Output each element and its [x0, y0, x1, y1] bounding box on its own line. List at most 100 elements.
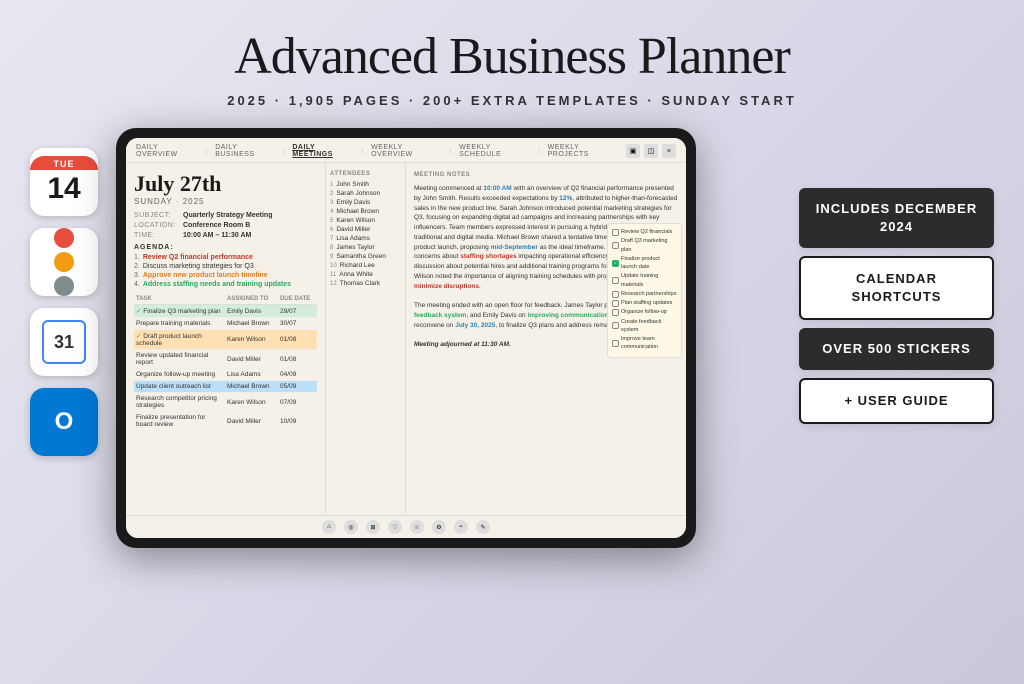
- attendee-row: 4Michael Brown: [330, 208, 401, 215]
- task-person: Lisa Adams: [225, 369, 278, 381]
- checkbox[interactable]: [612, 309, 619, 316]
- attendee-name: Thomas Clark: [340, 280, 380, 287]
- nav-weekly-projects[interactable]: WEEKLY PROJECTS: [548, 144, 618, 158]
- time-value: 10:00 AM – 11:30 AM: [183, 232, 251, 239]
- bottom-icon-7[interactable]: ≡: [454, 520, 468, 534]
- checkbox[interactable]: [612, 242, 619, 249]
- agenda-item-3: 3.Approve new product launch timeline: [134, 272, 317, 279]
- badge-stickers: OVER 500 STICKERS: [799, 328, 994, 370]
- table-row: ✓ Finalize Q3 marketing plan Emily Davis…: [134, 305, 317, 318]
- badge-calendar-text: CALENDAR SHORTCUTS: [852, 271, 942, 304]
- checklist-overlay: Review Q2 financialsDraft Q3 marketing p…: [607, 223, 682, 358]
- agenda-item-4: 4.Address staffing needs and training up…: [134, 281, 317, 288]
- table-row: Prepare training materials Michael Brown…: [134, 318, 317, 330]
- badge-guide: + USER GUIDE: [799, 378, 994, 424]
- meeting-date: July 27th: [134, 171, 317, 197]
- tablet-device: DAILY OVERVIEW | DAILY BUSINESS | DAILY …: [116, 128, 696, 548]
- task-name: ✓ Draft product launch schedule: [134, 330, 225, 350]
- checklist-item: Review Q2 financials: [612, 228, 677, 236]
- nav-btn-3[interactable]: ≡: [662, 144, 676, 158]
- badge-stickers-text: OVER 500 STICKERS: [822, 341, 971, 356]
- subtitle: 2025 · 1,905 PAGES · 200+ EXTRA TEMPLATE…: [0, 93, 1024, 108]
- checkbox[interactable]: ✓: [612, 260, 619, 267]
- task-person: Michael Brown: [225, 318, 278, 330]
- bottom-icon-1[interactable]: ⌂: [322, 520, 336, 534]
- bottom-icon-2[interactable]: ◎: [344, 520, 358, 534]
- bottom-icon-3[interactable]: ⊞: [366, 520, 380, 534]
- task-due: 10/09: [278, 412, 317, 431]
- tablet-content: July 27th SUNDAY · 2025 SUBJECT: Quarter…: [126, 163, 686, 515]
- task-person: Emily Davis: [225, 305, 278, 318]
- task-person: David Miller: [225, 350, 278, 369]
- nav-daily-overview[interactable]: DAILY OVERVIEW: [136, 144, 198, 158]
- table-row: Update client outreach list Michael Brow…: [134, 381, 317, 393]
- checklist-item: Draft Q3 marketing plan: [612, 237, 677, 254]
- check-label: Research partnerships: [621, 290, 676, 298]
- table-row: Finalize presentation for board review D…: [134, 412, 317, 431]
- task-person: Karen Wilson: [225, 393, 278, 412]
- nav-weekly-overview[interactable]: WEEKLY OVERVIEW: [371, 144, 442, 158]
- agenda-label: AGENDA:: [134, 244, 317, 251]
- col-due: DUE DATE: [278, 294, 317, 305]
- checklist-item: Research partnerships: [612, 290, 677, 298]
- tablet-screen: DAILY OVERVIEW | DAILY BUSINESS | DAILY …: [126, 138, 686, 538]
- attendees-panel: ATTENDEES 1John Smith2Sarah Johnson3Emil…: [326, 163, 406, 515]
- task-due: 07/09: [278, 393, 317, 412]
- checkbox[interactable]: [612, 229, 619, 236]
- subject-label: SUBJECT:: [134, 212, 179, 219]
- col-task: TASK: [134, 294, 225, 305]
- checkbox[interactable]: [612, 300, 619, 307]
- bottom-icon-5[interactable]: ☆: [410, 520, 424, 534]
- checklist-item: Organize follow-up: [612, 308, 677, 316]
- main-title: Advanced Business Planner: [0, 28, 1024, 85]
- checkbox[interactable]: [612, 322, 619, 329]
- gcal-icon[interactable]: 31: [30, 308, 98, 376]
- nav-daily-meetings[interactable]: DAILY MEETINGS: [292, 144, 353, 158]
- task-name: Review updated financial report: [134, 350, 225, 369]
- bottom-icon-4[interactable]: ♡: [388, 520, 402, 534]
- attendee-row: 9Samantha Green: [330, 253, 401, 260]
- reminders-icon[interactable]: [30, 228, 98, 296]
- checklist-item: Create feedback system: [612, 318, 677, 335]
- nav-btn-1[interactable]: ▣: [626, 144, 640, 158]
- left-icons: TUE 14 31 O: [30, 128, 98, 456]
- attendee-row: 5Karen Wilson: [330, 217, 401, 224]
- attendee-name: Lisa Adams: [336, 235, 370, 242]
- attendee-name: John Smith: [336, 181, 369, 188]
- calendar-date: 14: [47, 170, 80, 208]
- check-label: Organize follow-up: [621, 308, 667, 316]
- nav-daily-business[interactable]: DAILY BUSINESS: [215, 144, 275, 158]
- right-badges: INCLUDES DECEMBER 2024 CALENDAR SHORTCUT…: [799, 128, 994, 424]
- checkbox[interactable]: [612, 277, 619, 284]
- attendee-row: 2Sarah Johnson: [330, 190, 401, 197]
- left-panel: July 27th SUNDAY · 2025 SUBJECT: Quarter…: [126, 163, 326, 515]
- attendee-name: Richard Lee: [340, 262, 375, 269]
- outlook-label: O: [55, 408, 74, 436]
- task-due: 04/09: [278, 369, 317, 381]
- checkbox[interactable]: [612, 291, 619, 298]
- bottom-icon-8[interactable]: ✎: [476, 520, 490, 534]
- badge-calendar: CALENDAR SHORTCUTS: [799, 256, 994, 320]
- checklist-item: ✓Finalize product launch date: [612, 255, 677, 272]
- calendar-icon[interactable]: TUE 14: [30, 148, 98, 216]
- task-person: Karen Wilson: [225, 330, 278, 350]
- location-label: LOCATION:: [134, 222, 179, 229]
- nav-weekly-schedule[interactable]: WEEKLY SCHEDULE: [459, 144, 530, 158]
- gcal-date: 31: [54, 332, 74, 353]
- agenda-item-1: 1.Review Q2 financial performance: [134, 254, 317, 261]
- outlook-icon[interactable]: O: [30, 388, 98, 456]
- attendee-row: 11Anna White: [330, 271, 401, 278]
- bottom-icon-6[interactable]: ⚙: [432, 520, 446, 534]
- tablet-container: DAILY OVERVIEW | DAILY BUSINESS | DAILY …: [116, 128, 781, 548]
- attendee-name: Karen Wilson: [336, 217, 375, 224]
- check-label: Improve team communication: [621, 335, 677, 352]
- attendee-row: 12Thomas Clark: [330, 280, 401, 287]
- checkbox[interactable]: [612, 340, 619, 347]
- task-due: 29/07: [278, 305, 317, 318]
- nav-btn-2[interactable]: ◫: [644, 144, 658, 158]
- attendee-row: 6David Miller: [330, 226, 401, 233]
- badge-guide-text: + USER GUIDE: [844, 393, 948, 408]
- meeting-date-sub: SUNDAY · 2025: [134, 197, 317, 206]
- badge-december-text: INCLUDES DECEMBER 2024: [816, 201, 977, 234]
- checklist-item: Improve team communication: [612, 335, 677, 352]
